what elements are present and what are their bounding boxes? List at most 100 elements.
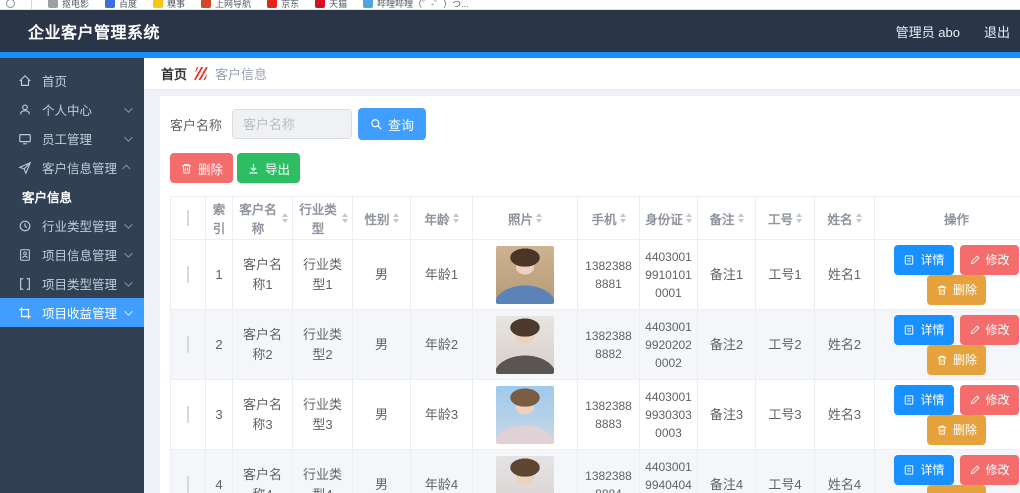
detail-button[interactable]: 详情 [894, 385, 953, 415]
table-row: 4 客户名称4 行业类型4 男 年龄4 13823888884 44030019… [171, 450, 1020, 493]
browser-bookmarks-bar: 抠电影 百度 糗事 上网导航 京东 天猫 哔哩哔哩（゜-゜）つ... [0, 0, 1020, 10]
column-header-person_name[interactable]: 姓名 [815, 197, 875, 240]
edit-button[interactable]: 修改 [960, 315, 1019, 345]
sidebar-item[interactable]: 客户信息管理 [0, 153, 144, 182]
bookmark-item[interactable]: 京东 [267, 0, 299, 10]
breadcrumb-current: 客户信息 [215, 64, 267, 83]
sort-icon[interactable] [342, 213, 348, 223]
cell-job-number: 工号4 [756, 450, 815, 493]
detail-button[interactable]: 详情 [894, 245, 953, 275]
admin-user-menu[interactable]: 管理员 abo [896, 22, 960, 41]
breadcrumb-home[interactable]: 首页 [161, 64, 187, 83]
bookmarks-items: 抠电影 百度 糗事 上网导航 京东 天猫 哔哩哔哩（゜-゜）つ... [48, 0, 469, 10]
sort-icon[interactable] [796, 213, 802, 223]
sort-icon[interactable] [620, 213, 626, 223]
bookmark-favicon [267, 0, 277, 8]
bookmark-item[interactable]: 上网导航 [201, 0, 251, 10]
sidebar-item[interactable]: 项目类型管理 [0, 269, 144, 298]
search-button[interactable]: 查询 [358, 108, 426, 140]
sidebar-item[interactable]: 员工管理 [0, 124, 144, 153]
document-icon [903, 394, 915, 406]
sort-icon[interactable] [856, 213, 862, 223]
sidebar: 首页 个人中心 员工管理 客户信息管理 客户信息 行业类型管理 项目信息管理 项… [0, 58, 144, 493]
reload-icon[interactable] [6, 0, 15, 8]
sort-icon[interactable] [738, 213, 744, 223]
cell-remark: 备注1 [698, 240, 756, 310]
row-checkbox[interactable] [187, 266, 189, 283]
bookmark-item[interactable]: 天猫 [315, 0, 347, 10]
send-icon [18, 160, 33, 175]
column-header-gender[interactable]: 性别 [353, 197, 411, 240]
edit-button[interactable]: 修改 [960, 455, 1019, 485]
sidebar-item[interactable]: 行业类型管理 [0, 211, 144, 240]
pen-icon [969, 394, 981, 406]
bookmark-item[interactable]: 糗事 [153, 0, 185, 10]
cell-phone: 13823888884 [578, 450, 640, 493]
customer-name-input[interactable] [232, 109, 352, 139]
column-header-age[interactable]: 年龄 [411, 197, 473, 240]
select-all-checkbox[interactable] [187, 210, 189, 226]
column-header-id_card[interactable]: 身份证 [640, 197, 698, 240]
cell-industry-type: 行业类型3 [293, 380, 353, 450]
customer-photo [496, 246, 554, 304]
cell-gender: 男 [353, 380, 411, 450]
brackets-icon [18, 276, 33, 291]
customer-photo [496, 386, 554, 444]
sidebar-item[interactable]: 首页 [0, 66, 144, 95]
cell-phone: 13823888881 [578, 240, 640, 310]
sort-icon[interactable] [282, 213, 288, 223]
cell-index: 3 [206, 380, 233, 450]
cell-person-name: 姓名1 [815, 240, 875, 310]
row-delete-button[interactable]: 删除 [927, 415, 986, 445]
search-label: 客户名称 [170, 115, 222, 134]
column-header-industry[interactable]: 行业类型 [293, 197, 353, 240]
bookmark-favicon [105, 0, 115, 8]
edit-button[interactable]: 修改 [960, 245, 1019, 275]
bookmark-item[interactable]: 抠电影 [48, 0, 89, 10]
logout-link[interactable]: 退出 [984, 22, 1010, 41]
cell-industry-type: 行业类型2 [293, 310, 353, 380]
cell-job-number: 工号3 [756, 380, 815, 450]
column-header-phone[interactable]: 手机 [578, 197, 640, 240]
detail-button[interactable]: 详情 [894, 455, 953, 485]
cell-index: 2 [206, 310, 233, 380]
row-checkbox[interactable] [187, 406, 189, 423]
column-header-photo[interactable]: 照片 [473, 197, 578, 240]
cell-remark: 备注3 [698, 380, 756, 450]
sidebar-item[interactable]: 项目收益管理 [0, 298, 144, 327]
row-delete-button[interactable]: 删除 [927, 275, 986, 305]
bookmark-item[interactable]: 哔哩哔哩（゜-゜）つ... [363, 0, 469, 10]
sort-icon[interactable] [686, 213, 692, 223]
sidebar-item[interactable]: 项目信息管理 [0, 240, 144, 269]
bookmark-favicon [315, 0, 325, 8]
bulk-delete-button[interactable]: 删除 [170, 153, 233, 183]
column-header-job_no[interactable]: 工号 [756, 197, 815, 240]
cell-customer-name: 客户名称2 [233, 310, 293, 380]
export-button[interactable]: 导出 [237, 153, 300, 183]
row-delete-button[interactable]: 删除 [927, 485, 986, 493]
badge-icon [18, 247, 33, 262]
cell-age: 年龄4 [411, 450, 473, 493]
column-header-name[interactable]: 客户名称 [233, 197, 293, 240]
row-checkbox[interactable] [187, 336, 189, 353]
column-header-remark[interactable]: 备注 [698, 197, 756, 240]
cell-industry-type: 行业类型1 [293, 240, 353, 310]
detail-button[interactable]: 详情 [894, 315, 953, 345]
breadcrumb: 首页 客户信息 [144, 58, 1020, 90]
sidebar-item[interactable]: 个人中心 [0, 95, 144, 124]
cell-phone: 13823888882 [578, 310, 640, 380]
trash-icon [936, 284, 948, 296]
customer-list-card: 客户名称 查询 删除 导出 [160, 96, 1020, 493]
document-icon [903, 254, 915, 266]
sort-icon[interactable] [453, 213, 459, 223]
sort-icon[interactable] [536, 213, 542, 223]
sort-icon[interactable] [393, 213, 399, 223]
edit-button[interactable]: 修改 [960, 385, 1019, 415]
cell-person-name: 姓名3 [815, 380, 875, 450]
bookmark-item[interactable]: 百度 [105, 0, 137, 10]
row-checkbox[interactable] [187, 476, 189, 493]
row-delete-button[interactable]: 删除 [927, 345, 986, 375]
chevron-down-icon [124, 278, 132, 286]
trash-icon [936, 424, 948, 436]
sidebar-item[interactable]: 客户信息 [0, 182, 144, 211]
